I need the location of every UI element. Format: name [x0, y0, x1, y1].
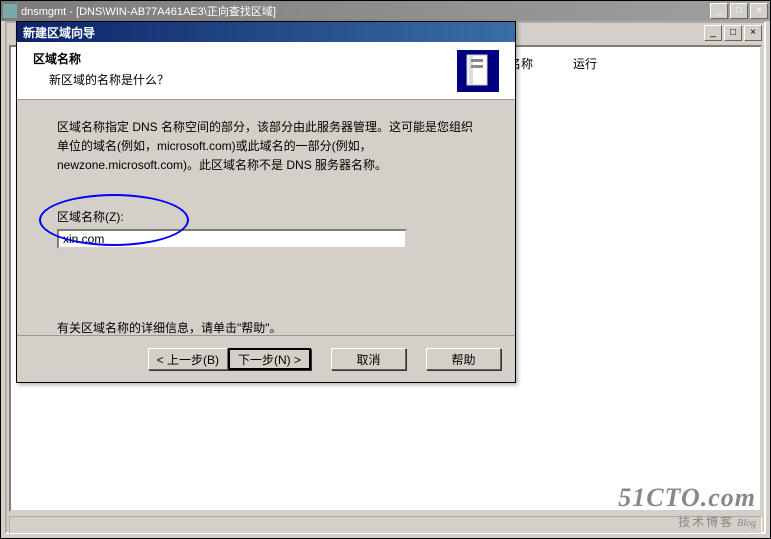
wizard-header-text: 区域名称 新区域的名称是什么？ [33, 50, 457, 91]
wizard-description: 区域名称指定 DNS 名称空间的部分，该部分由此服务器管理。这可能是您组织单位的… [57, 118, 475, 176]
child-minimize-button[interactable]: _ [704, 25, 722, 41]
wizard-header-subtitle: 新区域的名称是什么？ [49, 71, 457, 88]
child-window-controls: _ □ × [704, 25, 762, 39]
wizard-header-title: 区域名称 [33, 50, 457, 67]
child-close-button[interactable]: × [744, 25, 762, 41]
dns-server-icon [457, 50, 499, 92]
mmc-titlebar: dnsmgmt - [DNS\WIN-AB77A461AE3\正向查找区域] _… [1, 1, 770, 21]
nav-button-pair: < 上一步(B) 下一步(N) > [148, 348, 311, 370]
wizard-footer: < 上一步(B) 下一步(N) > 取消 帮助 [17, 335, 515, 370]
next-button[interactable]: 下一步(N) > [228, 348, 311, 370]
window-controls: _ □ × [710, 3, 768, 19]
minimize-button[interactable]: _ [710, 3, 728, 19]
wizard-titlebar: 新建区域向导 [17, 22, 515, 42]
app-icon [3, 4, 17, 18]
mmc-title: dnsmgmt - [DNS\WIN-AB77A461AE3\正向查找区域] [21, 3, 710, 19]
back-button[interactable]: < 上一步(B) [148, 348, 228, 370]
wizard-header: 区域名称 新区域的名称是什么？ [17, 42, 515, 100]
child-restore-button[interactable]: □ [724, 25, 742, 41]
wizard-body: 区域名称指定 DNS 名称空间的部分，该部分由此服务器管理。这可能是您组织单位的… [17, 100, 515, 364]
watermark-line3: Blog [737, 518, 756, 529]
zone-name-field-group: 区域名称(Z): [57, 208, 475, 249]
new-zone-wizard-dialog: 新建区域向导 区域名称 新区域的名称是什么？ 区域名称指定 DNS 名称空间的部… [16, 21, 516, 383]
watermark: 51CTO.com 技术博客 Blog [618, 483, 756, 530]
wizard-title: 新建区域向导 [23, 24, 95, 41]
close-button[interactable]: × [750, 3, 768, 19]
watermark-line2: 技术博客 [678, 515, 734, 529]
cancel-button[interactable]: 取消 [331, 348, 406, 370]
maximize-button[interactable]: □ [730, 3, 748, 19]
watermark-line1: 51CTO.com [618, 483, 756, 513]
zone-name-label: 区域名称(Z): [57, 208, 475, 227]
zone-name-input[interactable] [57, 229, 407, 249]
column-hint: 运行 [573, 55, 597, 72]
help-button[interactable]: 帮助 [426, 348, 501, 370]
